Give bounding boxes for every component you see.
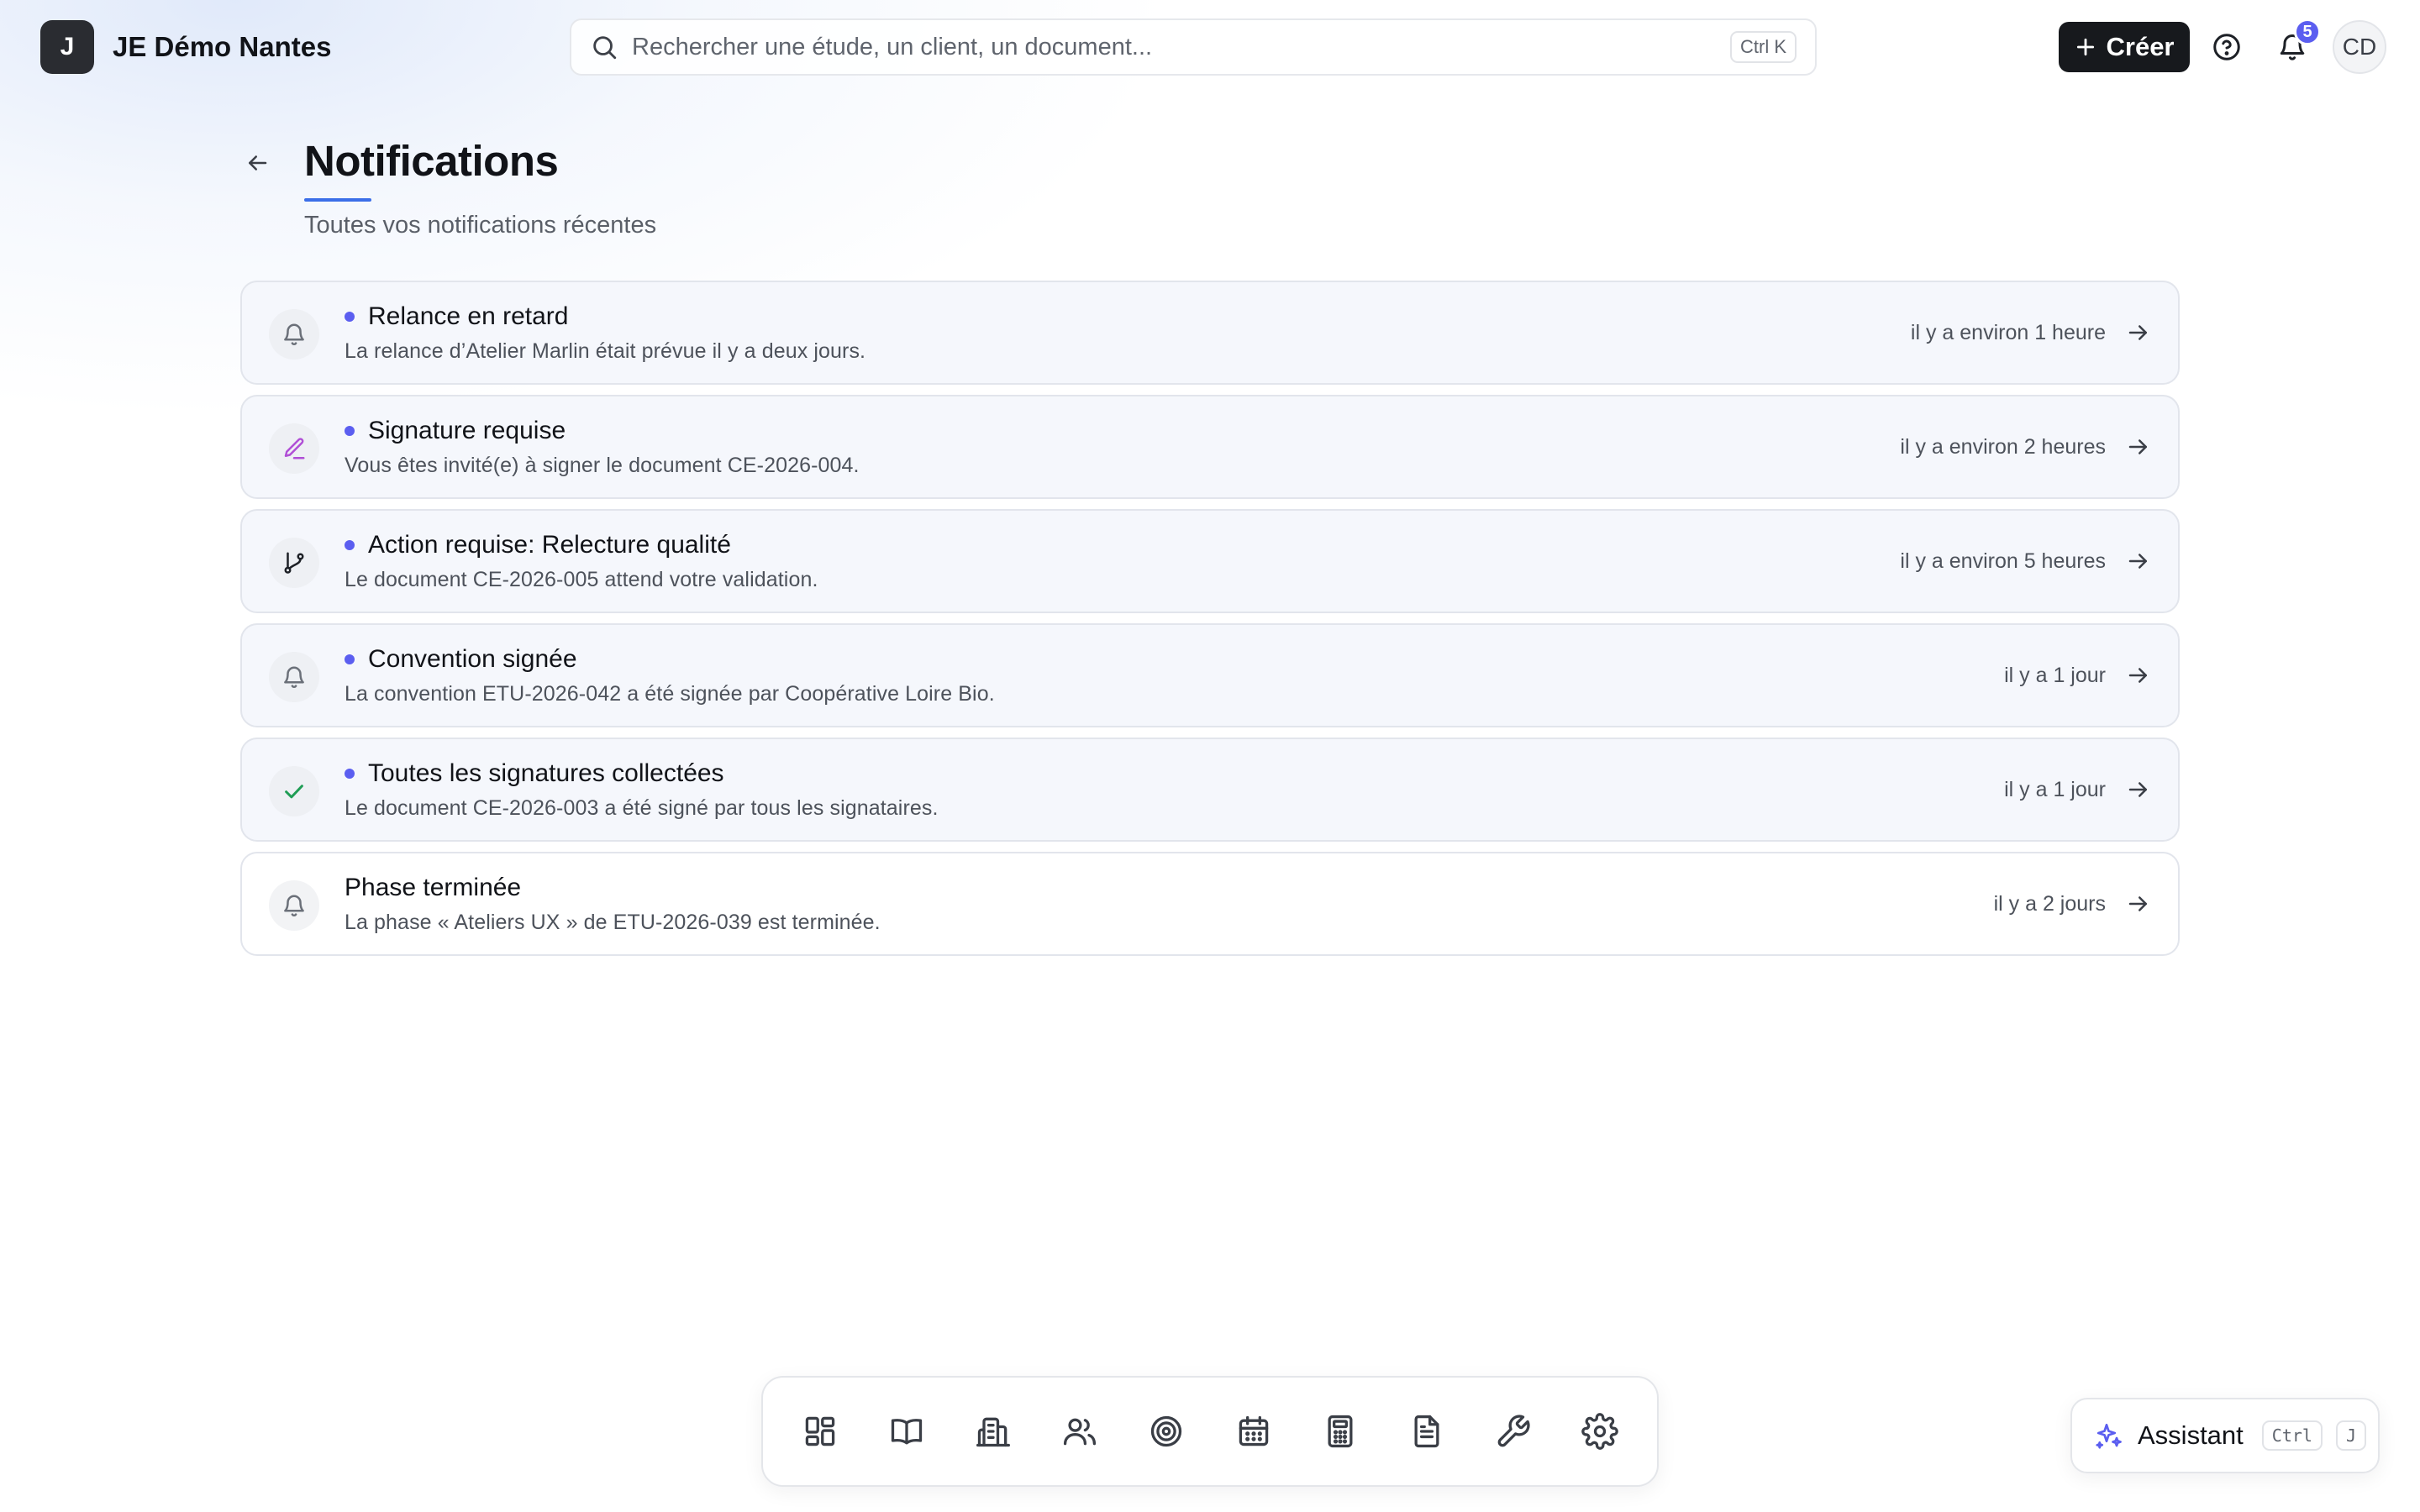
notification-description: La phase « Ateliers UX » de ETU-2026-039… — [345, 911, 881, 934]
unread-dot — [345, 769, 355, 779]
unread-dot — [345, 426, 355, 436]
global-search[interactable]: Rechercher une étude, un client, un docu… — [570, 18, 1817, 76]
assistant-label: Assistant — [2138, 1420, 2244, 1450]
notification-description: La relance d’Atelier Marlin était prévue… — [345, 339, 866, 363]
arrow-right-icon[interactable] — [2126, 663, 2151, 688]
arrow-right-icon[interactable] — [2126, 891, 2151, 916]
page-subtitle: Toutes vos notifications récentes — [304, 212, 657, 239]
help-circle-icon — [2212, 32, 2242, 62]
notification-description: Vous êtes invité(e) à signer le document… — [345, 454, 860, 477]
notification-description: La convention ETU-2026-042 a été signée … — [345, 682, 995, 706]
dock-item-goals[interactable] — [1136, 1401, 1197, 1462]
bell-icon — [281, 322, 307, 347]
document-icon — [1408, 1413, 1445, 1450]
wrench-icon — [1495, 1413, 1532, 1450]
create-button[interactable]: Créer — [2059, 22, 2190, 72]
target-icon — [1148, 1413, 1185, 1450]
page-title: Notifications — [304, 137, 559, 185]
dock-item-calculator[interactable] — [1310, 1401, 1370, 1462]
plus-icon — [2075, 36, 2096, 58]
unread-dot — [345, 540, 355, 550]
create-button-label: Créer — [2106, 32, 2175, 61]
arrow-right-icon[interactable] — [2126, 320, 2151, 345]
notification-item[interactable]: Action requise: Relecture qualité Le doc… — [240, 509, 2180, 613]
dock-item-dashboard[interactable] — [790, 1401, 850, 1462]
unread-dot — [345, 312, 355, 322]
help-button[interactable] — [2207, 27, 2247, 67]
notification-time: il y a 1 jour — [2004, 777, 2106, 801]
notification-icon-wrap — [269, 423, 319, 474]
search-input[interactable]: Rechercher une étude, un client, un docu… — [632, 34, 1730, 61]
notification-time: il y a 2 jours — [1993, 891, 2106, 916]
assistant-shortcut-key: J — [2335, 1420, 2366, 1451]
sparkles-icon — [2094, 1420, 2124, 1451]
arrow-right-icon[interactable] — [2126, 434, 2151, 459]
notification-icon-wrap — [269, 538, 319, 588]
title-underline — [304, 198, 371, 202]
calculator-icon — [1322, 1413, 1359, 1450]
notification-count-badge: 5 — [2294, 18, 2321, 45]
dock-item-calendar[interactable] — [1223, 1401, 1284, 1462]
back-button[interactable] — [240, 146, 274, 180]
book-icon — [888, 1413, 925, 1450]
bell-icon — [281, 893, 307, 918]
users-icon — [1061, 1413, 1098, 1450]
assistant-shortcut-modifier: Ctrl — [2261, 1420, 2323, 1451]
assistant-button[interactable]: Assistant Ctrl J — [2070, 1398, 2380, 1473]
notification-title: Relance en retard — [368, 302, 569, 330]
notification-item[interactable]: Convention signée La convention ETU-2026… — [240, 623, 2180, 727]
notification-item[interactable]: Signature requise Vous êtes invité(e) à … — [240, 395, 2180, 499]
notification-item[interactable]: Toutes les signatures collectées Le docu… — [240, 738, 2180, 842]
notification-time: il y a environ 5 heures — [1900, 549, 2106, 573]
building-icon — [975, 1413, 1012, 1450]
notification-time: il y a 1 jour — [2004, 663, 2106, 687]
bottom-dock — [761, 1376, 1659, 1487]
git-branch-icon — [281, 550, 307, 575]
workspace-name: JE Démo Nantes — [113, 31, 332, 62]
dock-item-documents[interactable] — [1397, 1401, 1457, 1462]
dock-item-companies[interactable] — [963, 1401, 1023, 1462]
search-icon — [590, 33, 618, 61]
dock-item-tools[interactable] — [1483, 1401, 1544, 1462]
arrow-right-icon[interactable] — [2126, 777, 2151, 802]
notification-icon-wrap — [269, 309, 319, 360]
check-icon — [281, 779, 307, 804]
notification-list: Relance en retard La relance d’Atelier M… — [240, 281, 2180, 966]
notification-title: Phase terminée — [345, 874, 522, 901]
notification-icon-wrap — [269, 880, 319, 931]
notification-icon-wrap — [269, 652, 319, 702]
notification-title: Signature requise — [368, 417, 566, 444]
arrow-left-icon — [245, 150, 270, 176]
settings-icon — [1581, 1413, 1618, 1450]
notification-item[interactable]: Relance en retard La relance d’Atelier M… — [240, 281, 2180, 385]
bell-icon — [281, 664, 307, 690]
notification-item[interactable]: Phase terminée La phase « Ateliers UX » … — [240, 852, 2180, 956]
arrow-right-icon[interactable] — [2126, 549, 2151, 574]
notification-title: Action requise: Relecture qualité — [368, 531, 731, 559]
notification-time: il y a environ 2 heures — [1900, 434, 2106, 459]
notification-icon-wrap — [269, 766, 319, 816]
pen-icon — [281, 436, 307, 461]
notification-title: Convention signée — [368, 645, 577, 673]
user-avatar[interactable]: CD — [2333, 20, 2386, 74]
notification-time: il y a environ 1 heure — [1910, 320, 2106, 344]
dock-item-members[interactable] — [1050, 1401, 1110, 1462]
notification-description: Le document CE-2026-005 attend votre val… — [345, 568, 818, 591]
calendar-icon — [1235, 1413, 1272, 1450]
workspace-switcher[interactable]: J JE Démo Nantes — [40, 20, 331, 74]
dock-item-book[interactable] — [876, 1401, 937, 1462]
notification-title: Toutes les signatures collectées — [368, 759, 724, 787]
notification-description: Le document CE-2026-003 a été signé par … — [345, 796, 939, 820]
unread-dot — [345, 654, 355, 664]
top-bar: J JE Démo Nantes Rechercher une étude, u… — [0, 0, 2420, 94]
dock-item-settings[interactable] — [1570, 1401, 1630, 1462]
dashboard-icon — [802, 1413, 839, 1450]
workspace-logo: J — [40, 20, 94, 74]
search-shortcut-hint: Ctrl K — [1730, 31, 1797, 63]
